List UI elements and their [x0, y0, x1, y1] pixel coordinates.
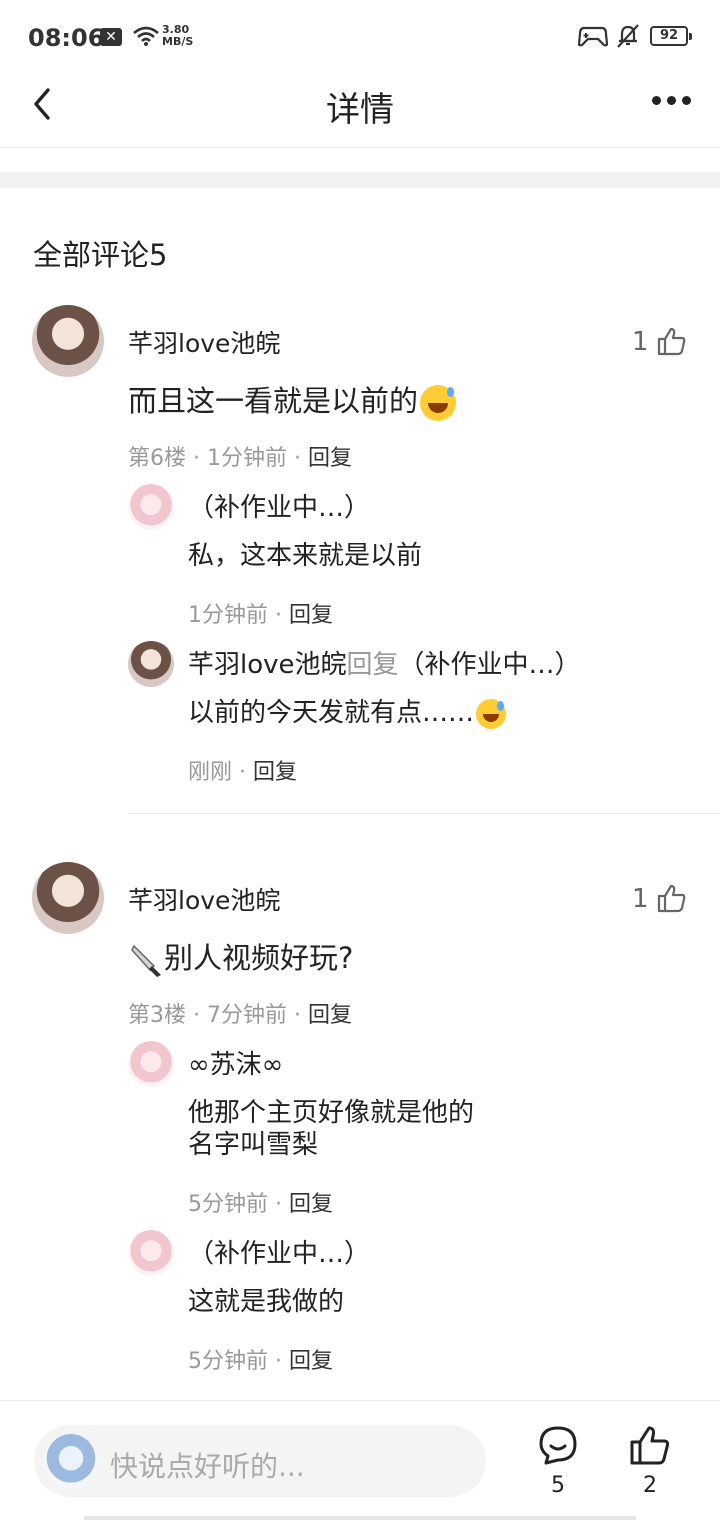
avatar[interactable] — [32, 305, 104, 377]
reply-text: 这就是我做的 — [188, 1287, 345, 1317]
top-navigation-bar: 详情 — [0, 72, 720, 148]
reply-meta: 1分钟前 · 回复 — [188, 603, 333, 628]
like-button[interactable]: 1 — [632, 882, 692, 916]
network-speed-unit: MB/S — [162, 35, 194, 48]
avatar[interactable] — [128, 641, 174, 687]
comment-input-placeholder: 快说点好听的... — [110, 1450, 305, 1483]
reply-time: 5分钟前 — [188, 1349, 268, 1374]
wifi-icon — [133, 26, 159, 46]
comment-username[interactable]: 芊羽love池皖 — [128, 881, 280, 917]
my-avatar — [44, 1434, 98, 1488]
thumb-up-icon — [657, 884, 686, 913]
reply-text: 私，这本来就是以前 — [188, 541, 423, 571]
comment-divider — [128, 813, 720, 814]
reply-username[interactable]: （补作业中…） — [188, 1238, 370, 1270]
reply-button[interactable]: 回复 — [289, 1349, 333, 1374]
section-divider — [0, 172, 720, 188]
reply-text-content: 以前的今天发就有点…… — [188, 698, 475, 728]
like-total-count: 2 — [643, 1473, 657, 1498]
reply-button[interactable]: 回复 — [253, 760, 297, 785]
page-title: 详情 — [326, 90, 394, 130]
reply-button[interactable]: 回复 — [308, 1003, 352, 1028]
thumb-up-icon[interactable] — [628, 1423, 672, 1467]
comment-text: 别人视频好玩? — [128, 935, 353, 978]
avatar[interactable] — [128, 1041, 174, 1087]
comment-bubble-icon[interactable] — [536, 1423, 580, 1467]
reply-time: 5分钟前 — [188, 1192, 268, 1217]
bell-muted-icon — [617, 24, 639, 48]
reply-to-username[interactable]: （补作业中…） — [399, 650, 581, 680]
comment-time: 7分钟前 — [206, 1003, 287, 1028]
comment-count: 5 — [551, 1473, 565, 1498]
notification-x-icon: ✕ — [100, 28, 122, 46]
reply-button[interactable]: 回复 — [289, 603, 333, 628]
status-bar: 08:06 ✕ 3.80 MB/S 92 — [0, 0, 720, 72]
reply-text: 以前的今天发就有点…… — [188, 697, 507, 729]
reply-header: 芊羽love池皖回复（补作业中…） — [188, 649, 581, 681]
gamepad-icon — [578, 26, 608, 47]
reply-time: 刚刚 — [188, 760, 233, 785]
comment-username[interactable]: 芊羽love池皖 — [128, 324, 280, 360]
comment-text-content: 别人视频好玩? — [164, 941, 354, 975]
network-speed: 3.80 MB/S — [162, 24, 193, 48]
reply-to-label: 回复 — [346, 650, 399, 680]
sweat-smile-emoji — [420, 385, 457, 421]
comment-text-content: 而且这一看就是以前的 — [128, 384, 419, 418]
reply-meta: 5分钟前 · 回复 — [188, 1349, 333, 1374]
comment-meta: 第3楼 · 7分钟前 · 回复 — [128, 1003, 352, 1028]
reply-time: 1分钟前 — [188, 603, 268, 628]
reply-text-line-1: 他那个主页好像就是他的 — [188, 1098, 475, 1128]
sweat-smile-emoji — [476, 698, 507, 729]
avatar[interactable] — [128, 1230, 174, 1276]
comment-floor: 第3楼 — [128, 1003, 186, 1028]
knife-icon — [131, 944, 161, 977]
comment-floor: 第6楼 — [128, 446, 186, 471]
reply-meta: 刚刚 · 回复 — [188, 760, 298, 785]
comment-meta: 第6楼 · 1分钟前 · 回复 — [128, 446, 352, 471]
home-indicator — [84, 1516, 636, 1520]
like-button[interactable]: 1 — [632, 325, 692, 359]
more-dots-icon[interactable] — [652, 96, 692, 106]
comment-time: 1分钟前 — [206, 446, 287, 471]
reply-button[interactable]: 回复 — [289, 1192, 333, 1217]
thumb-up-icon — [657, 327, 686, 356]
reply-meta: 5分钟前 · 回复 — [188, 1192, 333, 1217]
status-time: 08:06 — [28, 24, 105, 52]
avatar[interactable] — [32, 862, 104, 934]
avatar[interactable] — [128, 484, 174, 530]
reply-username[interactable]: ∞苏沫∞ — [188, 1049, 283, 1081]
reply-button[interactable]: 回复 — [308, 446, 352, 471]
like-count: 1 — [632, 327, 649, 357]
battery-indicator: 92 — [650, 26, 692, 46]
comments-section-title: 全部评论5 — [33, 238, 168, 272]
reply-username[interactable]: 芊羽love池皖 — [188, 650, 347, 680]
bottom-comment-bar: 快说点好听的... 5 2 — [0, 1400, 720, 1520]
comment-input[interactable]: 快说点好听的... — [34, 1425, 486, 1497]
like-count: 1 — [632, 884, 649, 914]
reply-text-line-2: 名字叫雪梨 — [188, 1130, 319, 1160]
reply-username[interactable]: （补作业中…） — [188, 492, 370, 524]
comment-text: 而且这一看就是以前的 — [128, 378, 457, 421]
